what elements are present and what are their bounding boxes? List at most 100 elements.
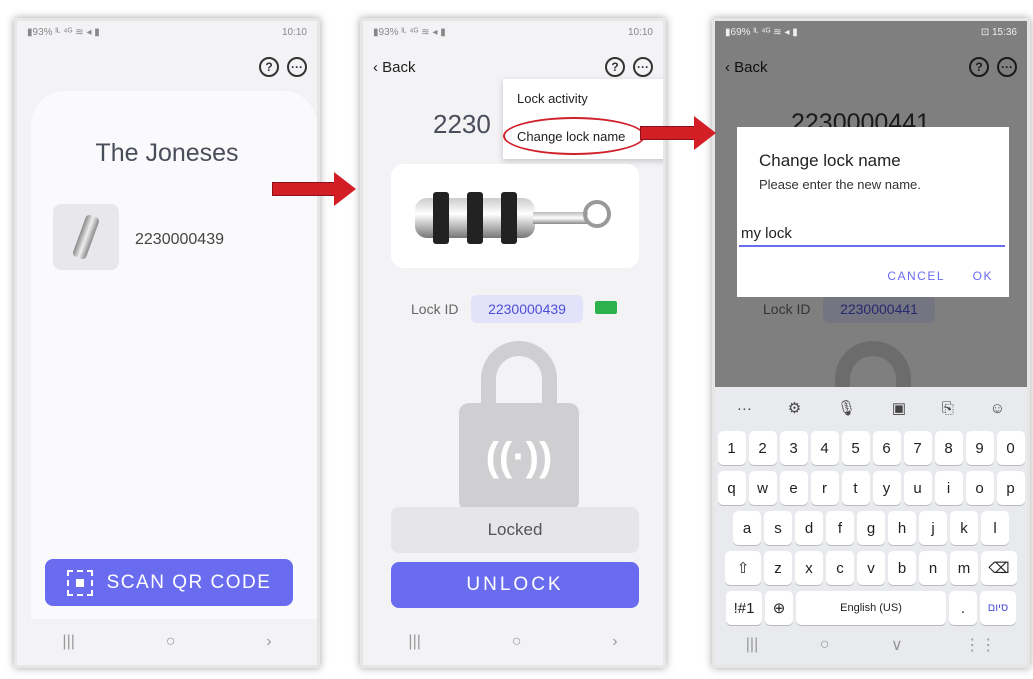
lock-image-card <box>391 164 639 268</box>
key[interactable]: r <box>810 471 839 505</box>
scan-qr-label: SCAN QR CODE <box>106 571 272 593</box>
key[interactable]: 7 <box>903 431 932 465</box>
status-bar: ▮93% ᴵᴸ ⁴ᴳ ≋ ◂ ▮ 10:10 <box>363 21 663 43</box>
system-nav-bar: ||| ○ › <box>17 619 317 665</box>
key[interactable]: m <box>950 551 978 585</box>
key-row-space: !#1 ⊕ English (US) . סיום <box>717 591 1025 625</box>
screen-lock-detail: ▮93% ᴵᴸ ⁴ᴳ ≋ ◂ ▮ 10:10 ‹ Back ? ··· 2230… <box>360 18 666 668</box>
change-name-dialog: Change lock name Please enter the new na… <box>737 127 1009 297</box>
status-time: ⊡ 15:36 <box>980 26 1017 38</box>
qr-code-icon <box>66 569 93 596</box>
key[interactable]: d <box>795 511 823 545</box>
key[interactable]: s <box>764 511 792 545</box>
highlight-oval <box>503 117 645 155</box>
key[interactable]: a <box>733 511 761 545</box>
key[interactable]: t <box>841 471 870 505</box>
microphone-icon[interactable]: 🎙 <box>837 399 856 417</box>
key[interactable]: h <box>888 511 916 545</box>
status-icons: ▮93% ᴵᴸ ⁴ᴳ ≋ ◂ ▮ <box>373 26 446 38</box>
key[interactable]: u <box>903 471 932 505</box>
recent-apps-button[interactable]: ||| <box>408 633 420 651</box>
done-key[interactable]: סיום <box>980 591 1016 625</box>
lock-list-item-serial[interactable]: 2230000439 <box>135 231 224 249</box>
key-row-bottom: ⇧ z x c v b n m ⌫ <box>717 551 1025 585</box>
group-title: The Joneses <box>95 139 239 167</box>
unlock-button[interactable]: UNLOCK <box>391 562 639 608</box>
globe-icon[interactable]: ⊕ <box>765 591 793 625</box>
key[interactable]: g <box>857 511 885 545</box>
key[interactable]: 9 <box>965 431 994 465</box>
backspace-key[interactable]: ⌫ <box>981 551 1017 585</box>
key[interactable]: 4 <box>810 431 839 465</box>
hide-keyboard-button[interactable]: ∨ <box>891 635 903 655</box>
key[interactable]: y <box>872 471 901 505</box>
key[interactable]: f <box>826 511 854 545</box>
key-row-numbers: 1 2 3 4 5 6 7 8 9 0 <box>717 431 1025 465</box>
system-nav-bar: ||| ○ ∨ ⋮⋮ <box>715 625 1027 665</box>
key[interactable]: k <box>950 511 978 545</box>
help-icon[interactable]: ? <box>259 57 279 77</box>
symbols-key[interactable]: !#1 <box>726 591 762 625</box>
key[interactable]: i <box>934 471 963 505</box>
flow-arrow-1 <box>272 172 356 206</box>
keyboard-toolbar: ··· ⚙ 🎙 ▣ ⎘ ☺ <box>719 395 1023 421</box>
keyboard-settings-icon[interactable]: ⚙ <box>788 399 801 417</box>
keyboard-more-icon[interactable]: ··· <box>737 400 752 417</box>
status-icons: ▮69% ᴵᴸ ⁴ᴳ ≋ ◂ ▮ <box>725 26 798 38</box>
key[interactable]: 0 <box>996 431 1025 465</box>
lock-id-value: 2230000439 <box>471 295 583 323</box>
more-options-icon[interactable]: ··· <box>287 57 307 77</box>
recent-apps-button[interactable]: ||| <box>746 636 758 654</box>
back-nav-button[interactable]: › <box>266 633 271 651</box>
ok-button[interactable]: OK <box>973 269 993 283</box>
group-card <box>31 91 317 619</box>
space-key[interactable]: English (US) <box>796 591 946 625</box>
key[interactable]: b <box>888 551 916 585</box>
home-button[interactable]: ○ <box>820 636 830 654</box>
padlock-icon: ((·)) <box>459 341 579 511</box>
home-button[interactable]: ○ <box>166 633 176 651</box>
key[interactable]: e <box>779 471 808 505</box>
key[interactable]: 3 <box>779 431 808 465</box>
key[interactable]: 1 <box>717 431 746 465</box>
home-button[interactable]: ○ <box>512 633 522 651</box>
status-icons: ▮93% ᴵᴸ ⁴ᴳ ≋ ◂ ▮ <box>27 26 100 38</box>
key[interactable]: n <box>919 551 947 585</box>
key[interactable]: 6 <box>872 431 901 465</box>
status-bar: ▮69% ᴵᴸ ⁴ᴳ ≋ ◂ ▮ ⊡ 15:36 <box>715 21 1027 43</box>
sticker-icon[interactable]: ▣ <box>892 399 906 417</box>
key[interactable]: w <box>748 471 777 505</box>
cancel-button[interactable]: CANCEL <box>887 269 945 283</box>
key[interactable]: j <box>919 511 947 545</box>
keyboard-switch-button[interactable]: ⋮⋮ <box>964 635 996 655</box>
lock-name-input[interactable] <box>739 221 1005 247</box>
key[interactable]: l <box>981 511 1009 545</box>
back-nav-button[interactable]: › <box>612 633 617 651</box>
key[interactable]: x <box>795 551 823 585</box>
clipboard-icon[interactable]: ⎘ <box>942 400 954 417</box>
lock-thumbnail-image <box>71 213 101 261</box>
back-button[interactable]: ‹ Back <box>373 59 416 76</box>
key[interactable]: c <box>826 551 854 585</box>
more-options-icon[interactable]: ··· <box>633 57 653 77</box>
emoji-icon[interactable]: ☺ <box>990 400 1005 417</box>
key[interactable]: z <box>764 551 792 585</box>
key[interactable]: v <box>857 551 885 585</box>
key-row-top: q w e r t y u i o p <box>717 471 1025 505</box>
key[interactable]: 2 <box>748 431 777 465</box>
key[interactable]: 5 <box>841 431 870 465</box>
period-key[interactable]: . <box>949 591 977 625</box>
key[interactable]: p <box>996 471 1025 505</box>
screen-group-list: ▮93% ᴵᴸ ⁴ᴳ ≋ ◂ ▮ 10:10 ? ··· The Joneses… <box>14 18 320 668</box>
recent-apps-button[interactable]: ||| <box>62 633 74 651</box>
key[interactable]: 8 <box>934 431 963 465</box>
help-icon[interactable]: ? <box>605 57 625 77</box>
status-time: 10:10 <box>281 26 307 38</box>
scan-qr-button[interactable]: SCAN QR CODE <box>45 559 293 606</box>
lock-thumbnail[interactable] <box>53 204 119 270</box>
key[interactable]: q <box>717 471 746 505</box>
key[interactable]: o <box>965 471 994 505</box>
menu-item-lock-activity[interactable]: Lock activity <box>517 91 588 106</box>
status-bar: ▮93% ᴵᴸ ⁴ᴳ ≋ ◂ ▮ 10:10 <box>17 21 317 43</box>
shift-key[interactable]: ⇧ <box>725 551 761 585</box>
